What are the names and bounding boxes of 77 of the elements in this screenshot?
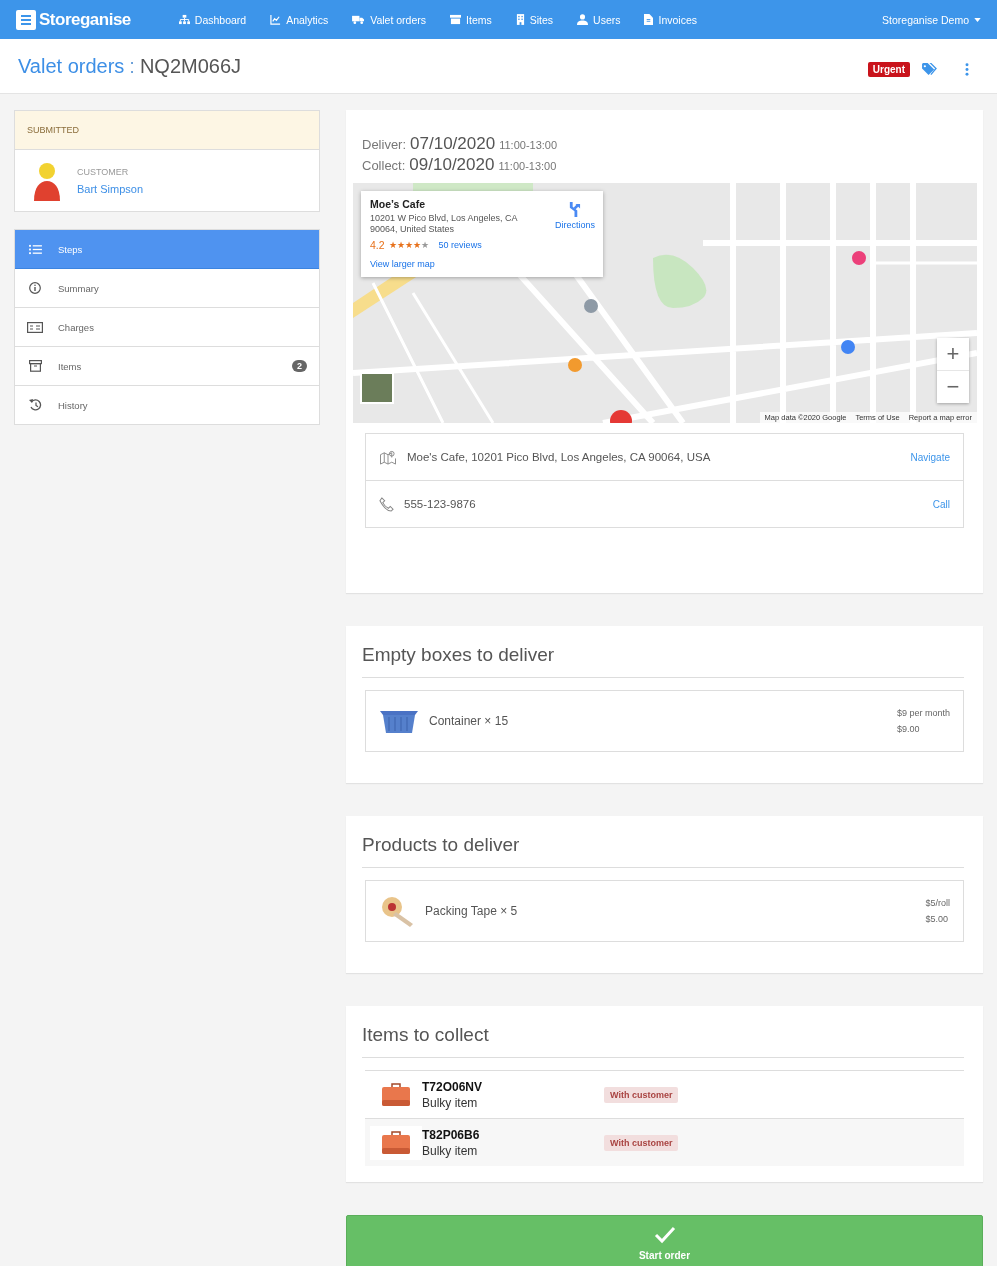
avatar-icon — [31, 160, 63, 201]
tape-dispenser-icon — [379, 895, 415, 927]
unit-price: $5/roll — [925, 898, 950, 908]
contact-text: Moe's Cafe, 10201 Pico Blvd, Los Angeles, CA 90064, USA — [407, 451, 711, 463]
nav-link[interactable]: Sites — [515, 13, 554, 26]
truck-icon — [352, 14, 366, 25]
urgent-tag: Urgent — [867, 61, 910, 77]
list-icon — [28, 243, 42, 255]
product-name: Container × 15 — [429, 714, 509, 728]
archive-icon — [450, 14, 462, 25]
section-title: Items to collect — [362, 1022, 964, 1058]
larger-map-link[interactable]: View larger map — [370, 258, 595, 269]
unit-price: $9 per month — [896, 708, 950, 718]
schedule-date: 07/10/2020 — [410, 134, 496, 154]
schedule-time: 11:00-13:00 — [498, 160, 557, 172]
customer-link[interactable]: Bart Simpson — [77, 182, 144, 195]
nav-link[interactable]: Dashboard — [178, 13, 247, 26]
section-title: Empty boxes to deliver — [362, 642, 964, 678]
breadcrumb-link[interactable]: Valet orders — [18, 54, 125, 78]
zoom-out-button[interactable]: − — [937, 371, 969, 403]
more-icon[interactable] — [965, 62, 969, 76]
menu-item[interactable]: Steps — [15, 230, 319, 269]
place-title: Moe’s Cafe — [370, 198, 427, 210]
contact-text: 555-123-9876 — [404, 498, 476, 510]
nav-link[interactable]: Invoices — [644, 13, 697, 26]
map-pin-icon — [379, 449, 397, 465]
line-chart-icon — [270, 14, 282, 25]
item-type: Bulky item — [422, 1095, 479, 1110]
archive-icon — [28, 360, 42, 372]
item-code: T72O06NV — [422, 1079, 484, 1094]
nav-link[interactable]: Users — [577, 13, 621, 26]
info-icon — [29, 282, 41, 294]
tags-icon[interactable] — [922, 62, 937, 76]
schedule-time: 11:00-13:00 — [499, 139, 558, 151]
phone-icon — [379, 496, 394, 512]
logo-icon — [16, 9, 36, 30]
place-address: 10201 W Pico Blvd, Los Angeles, CA 90064, United States — [370, 213, 519, 236]
schedule-label: Deliver: — [362, 137, 407, 152]
count-badge: 2 — [292, 360, 307, 372]
item-code: T82P06B6 — [422, 1127, 481, 1142]
status-badge: With customer — [604, 1086, 679, 1103]
order-id: NQ2M066J — [139, 54, 242, 78]
nav-link[interactable]: Items — [450, 13, 492, 26]
contact-action-link[interactable]: Navigate — [910, 451, 950, 463]
account-menu[interactable]: Storeganise Demo — [882, 13, 981, 26]
suitcase-icon — [381, 1130, 411, 1155]
line-total: $5.00 — [925, 914, 948, 924]
brand-logo[interactable]: Storeganise — [16, 9, 131, 30]
item-type: Bulky item — [422, 1143, 479, 1158]
start-order-button[interactable]: Start order — [346, 1215, 983, 1266]
customer-label: CUSTOMER — [77, 166, 130, 177]
nav-link[interactable]: Valet orders — [352, 13, 427, 26]
zoom-in-button[interactable]: + — [937, 338, 969, 371]
status-badge: With customer — [604, 1134, 679, 1151]
breadcrumb-separator: : — [129, 54, 135, 78]
checkmark-icon — [653, 1226, 676, 1244]
suitcase-icon — [381, 1082, 411, 1107]
schedule-label: Collect: — [362, 158, 406, 173]
directions-icon — [568, 202, 582, 217]
sitemap-icon — [178, 14, 190, 25]
rating-value: 4.2 — [370, 238, 385, 251]
contact-action-link[interactable]: Call — [932, 498, 950, 510]
reviews-link[interactable]: 50 reviews — [438, 239, 482, 250]
bill-icon — [27, 321, 43, 333]
nav-link[interactable]: Analytics — [270, 13, 329, 26]
caret-icon — [974, 17, 981, 22]
building-icon — [515, 14, 525, 25]
invoice-icon — [644, 14, 654, 25]
directions-link[interactable]: Directions — [555, 198, 595, 236]
user-icon — [577, 14, 589, 25]
section-title: Products to deliver — [362, 832, 964, 868]
status-label: SUBMITTED — [15, 111, 319, 150]
schedule-date: 09/10/2020 — [409, 155, 495, 175]
history-icon — [28, 399, 42, 411]
line-total: $9.00 — [896, 724, 920, 734]
product-name: Packing Tape × 5 — [425, 904, 518, 918]
rating-stars: ★★★★★ — [388, 239, 429, 250]
